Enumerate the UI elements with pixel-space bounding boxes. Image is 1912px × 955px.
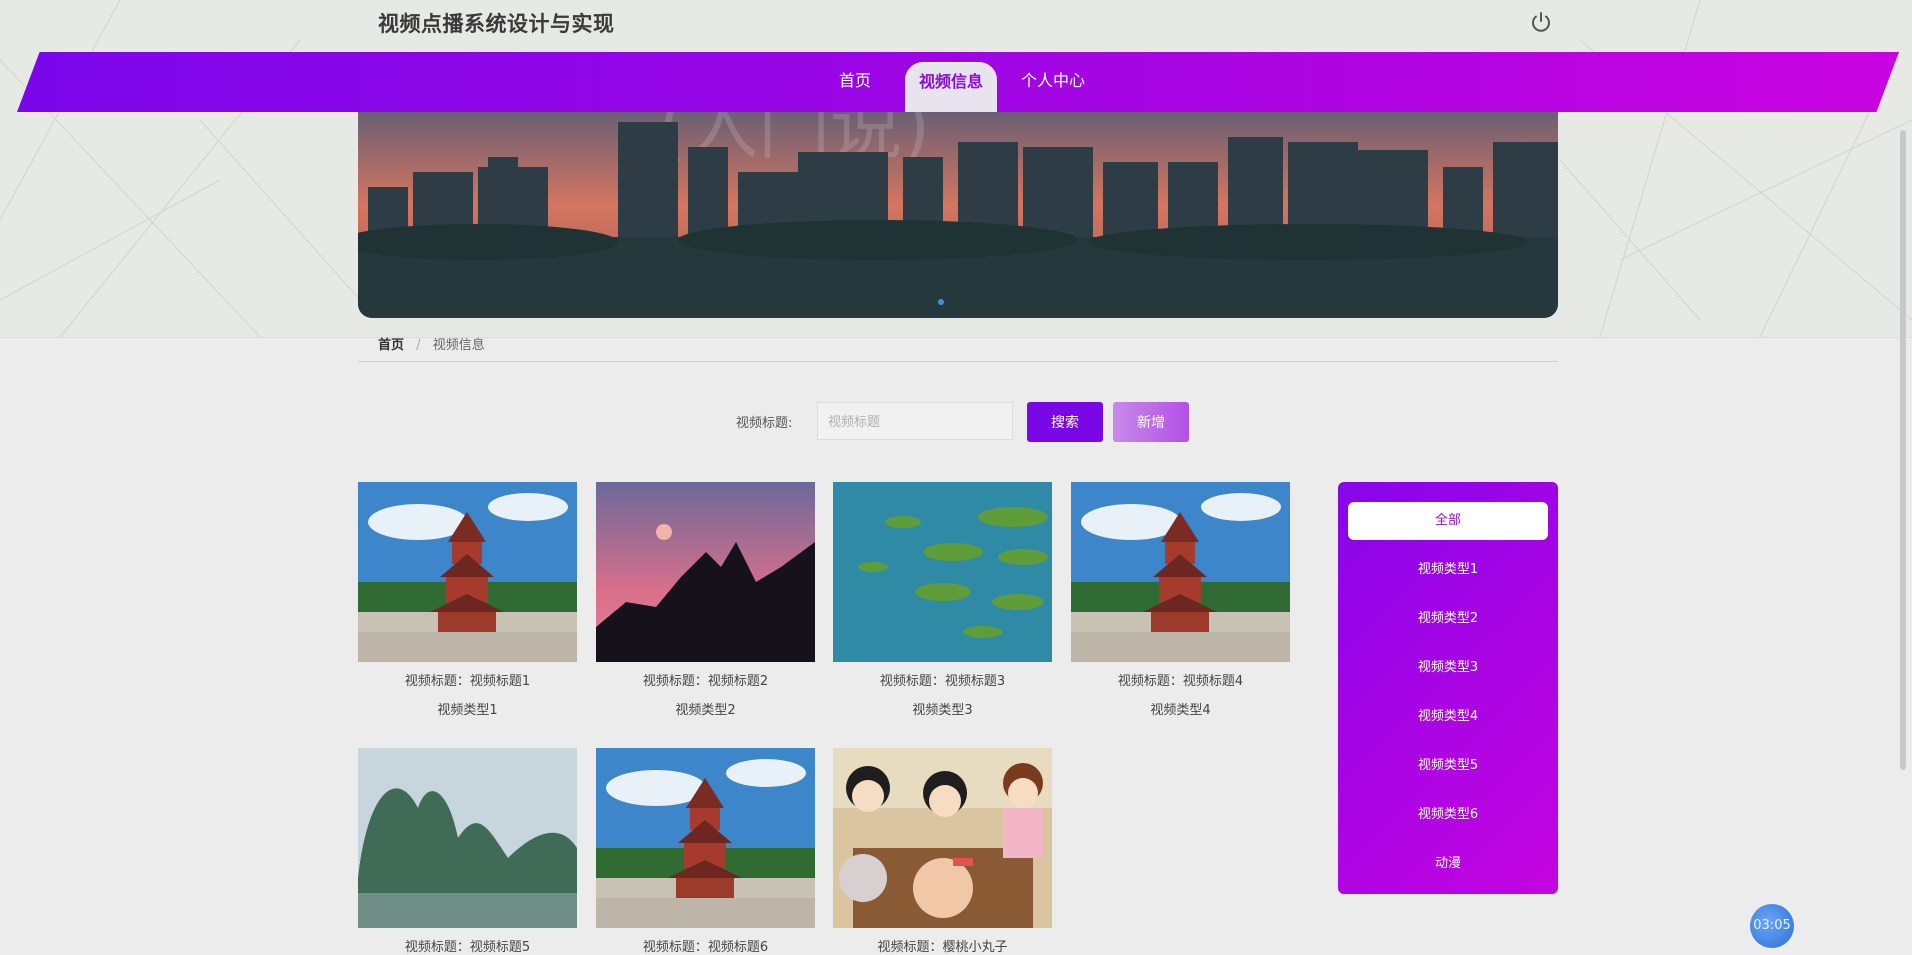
site-title: 视频点播系统设计与实现 [378, 12, 615, 36]
video-type: 视频类型3 [912, 703, 973, 718]
video-title: 视频标题：视频标题1 [404, 674, 531, 689]
video-card[interactable]: 视频标题：视频标题6 [596, 748, 815, 955]
category-panel: 全部 视频类型1 视频类型2 视频类型3 视频类型4 视频类型5 视频类型6 动… [1338, 482, 1558, 894]
video-thumbnail [358, 748, 577, 928]
video-thumbnail [833, 482, 1052, 662]
banner-image: (入门说) [358, 112, 1558, 318]
video-type: 视频类型4 [1150, 703, 1211, 718]
breadcrumb-home[interactable]: 首页 [378, 338, 404, 353]
video-title: 视频标题：视频标题5 [404, 940, 531, 955]
nav-item-video-info[interactable]: 视频信息 [905, 62, 997, 113]
video-card[interactable]: 视频标题：视频标题5 [358, 748, 577, 955]
power-icon[interactable] [1529, 10, 1553, 34]
video-card[interactable]: 视频标题：视频标题3 视频类型3 [833, 482, 1052, 722]
breadcrumb-current: 视频信息 [432, 338, 485, 353]
video-title: 视频标题：视频标题4 [1117, 674, 1244, 689]
scrollbar[interactable] [1900, 130, 1906, 770]
video-thumbnail [596, 482, 815, 662]
video-title: 视频标题：樱桃小丸子 [877, 940, 1008, 955]
nav-item-home[interactable]: 首页 [830, 62, 880, 112]
timer-badge[interactable]: 03:05 [1750, 904, 1794, 948]
video-card[interactable]: 视频标题：樱桃小丸子 [833, 748, 1052, 955]
video-card[interactable]: 视频标题：视频标题1 视频类型1 [358, 482, 577, 722]
divider [358, 361, 1558, 362]
video-thumbnail [1071, 482, 1290, 662]
video-type: 视频类型1 [437, 703, 498, 718]
video-thumbnail [358, 482, 577, 662]
breadcrumb: 首页 / 视频信息 [378, 334, 485, 353]
category-all[interactable]: 全部 [1348, 502, 1548, 540]
category-item[interactable]: 视频类型1 [1348, 551, 1548, 589]
category-item[interactable]: 视频类型3 [1348, 649, 1548, 687]
video-card[interactable]: 视频标题：视频标题2 视频类型2 [596, 482, 815, 722]
video-title: 视频标题：视频标题3 [879, 674, 1006, 689]
nav-item-personal-center[interactable]: 个人中心 [1015, 62, 1091, 112]
video-title: 视频标题：视频标题2 [642, 674, 769, 689]
category-item[interactable]: 视频类型4 [1348, 698, 1548, 736]
category-item[interactable]: 视频类型5 [1348, 747, 1548, 785]
video-thumbnail [596, 748, 815, 928]
search-label: 视频标题: [736, 416, 793, 431]
video-type: 视频类型2 [675, 703, 736, 718]
video-card[interactable]: 视频标题：视频标题4 视频类型4 [1071, 482, 1290, 722]
category-item[interactable]: 视频类型6 [1348, 796, 1548, 834]
video-title: 视频标题：视频标题6 [642, 940, 769, 955]
search-button[interactable]: 搜索 [1027, 402, 1103, 442]
search-input[interactable] [817, 402, 1013, 440]
category-item[interactable]: 动漫 [1348, 845, 1548, 883]
breadcrumb-separator: / [416, 338, 421, 353]
video-thumbnail [833, 748, 1052, 928]
add-button[interactable]: 新增 [1113, 402, 1189, 442]
category-item[interactable]: 视频类型2 [1348, 600, 1548, 638]
